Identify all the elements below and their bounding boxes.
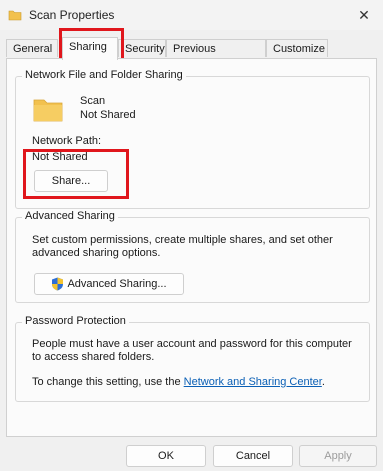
advanced-sharing-button[interactable]: Advanced Sharing... (34, 273, 184, 295)
advanced-sharing-group: Advanced Sharing Set custom permissions,… (15, 210, 370, 303)
tab-general[interactable]: General (6, 39, 58, 57)
change-setting-prefix: To change this setting, use the (32, 376, 184, 388)
tab-customize[interactable]: Customize (266, 39, 328, 57)
share-button[interactable]: Share... (34, 170, 108, 192)
share-status: Not Shared (80, 109, 136, 121)
sharing-panel: Network File and Folder Sharing Scan Not… (6, 58, 377, 437)
close-icon: ✕ (358, 6, 370, 23)
title-bar: Scan Properties ✕ (0, 0, 383, 30)
folder-icon (8, 10, 22, 21)
tab-sharing[interactable]: Sharing (62, 37, 118, 60)
advanced-sharing-button-label: Advanced Sharing... (67, 278, 167, 290)
advanced-sharing-title: Advanced Sharing (22, 210, 118, 222)
window-title: Scan Properties (29, 8, 115, 22)
cancel-button[interactable]: Cancel (213, 445, 293, 467)
network-sharing-group: Network File and Folder Sharing Scan Not… (15, 69, 370, 209)
network-sharing-title: Network File and Folder Sharing (22, 69, 186, 81)
change-setting-suffix: . (321, 376, 325, 388)
ok-button[interactable]: OK (126, 445, 206, 467)
advanced-sharing-description: Set custom permissions, create multiple … (32, 234, 333, 259)
tab-security[interactable]: Security (118, 39, 166, 57)
folder-name: Scan (80, 95, 106, 107)
password-protection-group: Password Protection People must have a u… (15, 315, 370, 402)
shield-icon (52, 277, 64, 291)
folder-icon (33, 99, 63, 122)
network-sharing-center-link[interactable]: Network and Sharing Center (184, 376, 322, 388)
change-setting-text: To change this setting, use the Network … (32, 376, 325, 389)
network-path-label: Network Path: (32, 135, 102, 147)
apply-button[interactable]: Apply (299, 445, 377, 467)
password-protection-description: People must have a user account and pass… (32, 338, 352, 363)
close-button[interactable]: ✕ (345, 0, 383, 30)
tab-previous-versions[interactable]: Previous Versions (166, 39, 266, 73)
password-protection-title: Password Protection (22, 315, 129, 327)
network-path-value: Not Shared (32, 151, 88, 163)
